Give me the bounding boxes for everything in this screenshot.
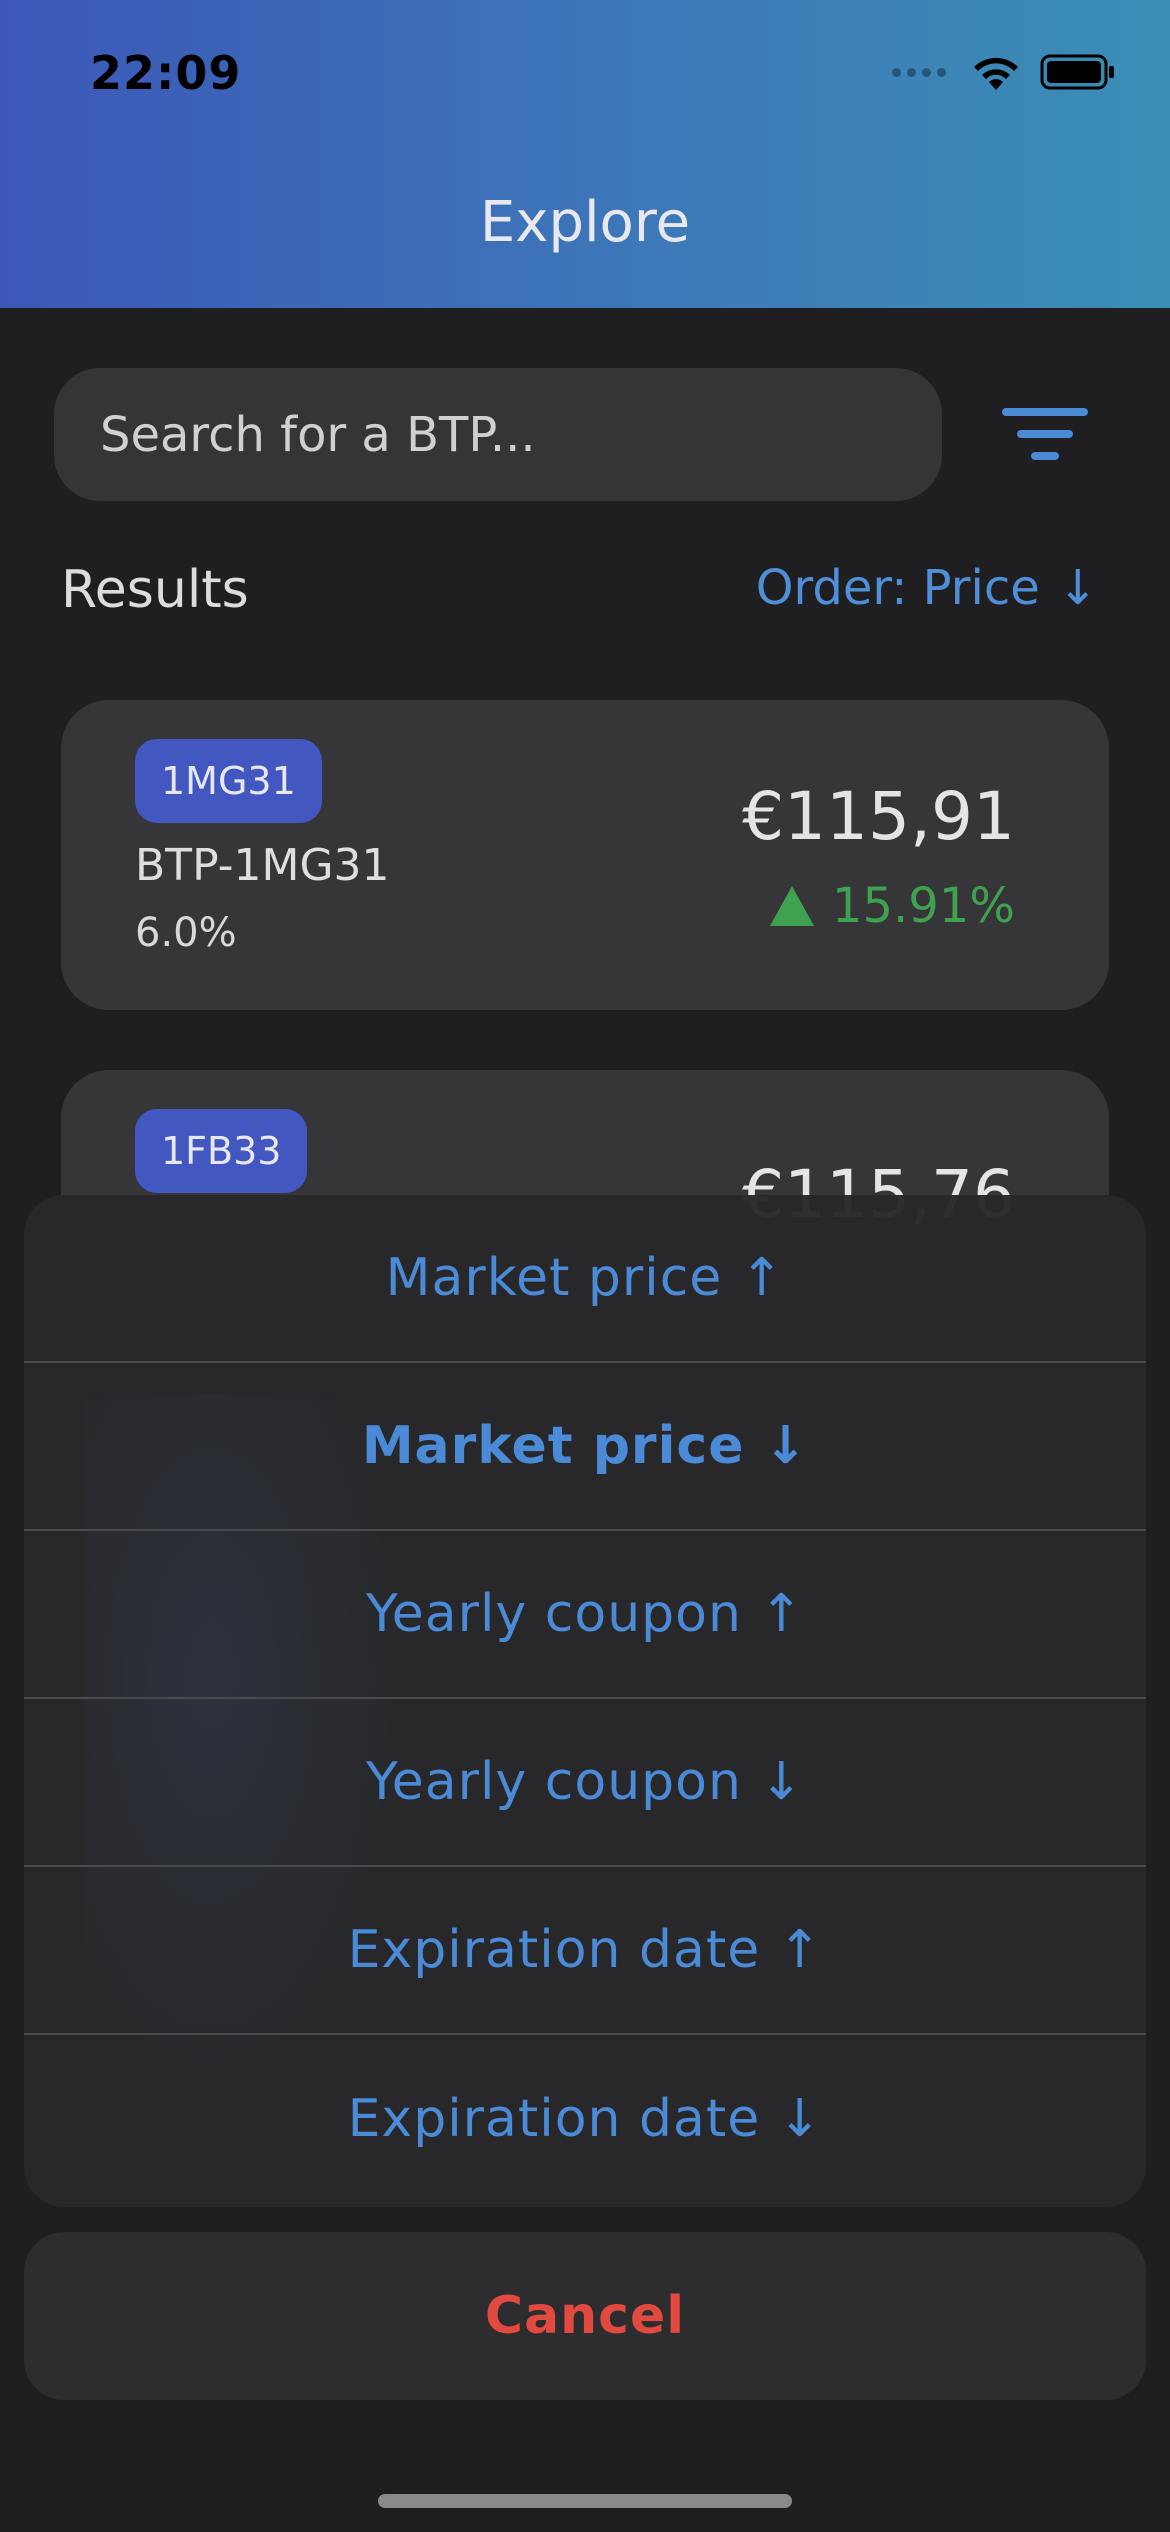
wifi-icon <box>974 57 1018 90</box>
search-input[interactable] <box>54 368 942 501</box>
bond-change: 15.91% <box>769 878 1015 934</box>
triangle-up-icon <box>769 886 814 926</box>
cancel-button[interactable]: Cancel <box>24 2232 1146 2400</box>
order-button[interactable]: Order: Price ↓ <box>756 560 1098 616</box>
order-label: Order: Price <box>755 560 1040 616</box>
bond-code-badge: 1FB33 <box>135 1109 308 1193</box>
signal-icon <box>892 67 946 77</box>
status-time: 22:09 <box>90 46 242 100</box>
status-icons <box>892 52 1116 92</box>
sort-option-yearly-coupon-desc[interactable]: Yearly coupon ↓ <box>24 1699 1146 1867</box>
filter-icon[interactable] <box>1000 404 1090 466</box>
page-title: Explore <box>479 190 691 255</box>
top-header: 22:09 Explore <box>0 0 1170 308</box>
bond-code-badge: 1MG31 <box>135 739 322 823</box>
sort-option-market-price-asc[interactable]: Market price ↑ <box>24 1195 1146 1363</box>
battery-icon <box>1040 54 1114 90</box>
bond-coupon: 6.0% <box>135 910 237 956</box>
bond-name: BTP-1MG31 <box>135 840 390 891</box>
bond-price: €115,91 <box>742 778 1015 855</box>
sort-option-yearly-coupon-asc[interactable]: Yearly coupon ↑ <box>24 1531 1146 1699</box>
sort-action-sheet: Market price ↑ Market price ↓ Yearly cou… <box>24 1195 1146 2207</box>
results-label: Results <box>61 560 249 620</box>
bond-change-value: 15.91% <box>831 878 1015 934</box>
sort-option-expiration-date-desc[interactable]: Expiration date ↓ <box>24 2035 1146 2203</box>
bond-card[interactable]: 1MG31 BTP-1MG31 6.0% €115,91 15.91% <box>61 700 1109 1010</box>
sort-option-market-price-desc[interactable]: Market price ↓ <box>24 1363 1146 1531</box>
sort-option-expiration-date-asc[interactable]: Expiration date ↑ <box>24 1867 1146 2035</box>
arrow-down-icon: ↓ <box>1057 560 1098 616</box>
home-indicator[interactable] <box>378 2494 792 2508</box>
